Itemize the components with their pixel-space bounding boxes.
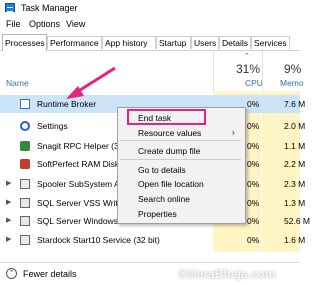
tab-startup[interactable]: Startup — [156, 36, 191, 49]
process-memory: 1.3 M — [284, 198, 306, 208]
sort-arrow-icon: ⌃ — [244, 53, 250, 60]
menu-divider — [120, 140, 241, 141]
window-title: Task Manager — [21, 3, 78, 13]
menu-divider — [120, 159, 241, 160]
tab-app-history[interactable]: App history — [102, 36, 156, 49]
process-name: Settings — [37, 121, 68, 131]
column-memory[interactable]: 9% Memo — [262, 51, 304, 91]
process-memory: 1.6 M — [284, 235, 306, 245]
service-icon — [20, 198, 30, 208]
process-window-icon — [20, 99, 30, 109]
tab-strip: Processes Performance App history Startu… — [0, 34, 300, 51]
tab-details[interactable]: Details — [219, 36, 251, 49]
process-name: Spooler SubSystem A — [37, 179, 120, 189]
snagit-icon — [20, 141, 30, 151]
process-cpu: 0% — [247, 216, 260, 226]
tab-performance[interactable]: Performance — [47, 36, 102, 49]
memory-label: Memo — [280, 78, 304, 88]
menu-open-file-location[interactable]: Open file location — [138, 179, 204, 189]
process-memory: 2.3 M — [284, 179, 306, 189]
end-task-highlight — [127, 109, 206, 125]
process-memory: 7.6 M — [284, 99, 306, 109]
process-name: Runtime Broker — [37, 99, 97, 109]
cpu-total: 31% — [236, 62, 261, 76]
expand-chevron-icon[interactable]: ▶ — [6, 179, 11, 187]
submenu-arrow-icon: › — [232, 128, 235, 137]
process-cpu: 0% — [247, 141, 260, 151]
column-cpu[interactable]: ⌃ 31% CPU — [213, 51, 263, 91]
menu-bar: File Options View — [0, 17, 300, 32]
process-name: SQL Server VSS Write — [37, 198, 123, 208]
process-memory: 1.1 M — [284, 141, 306, 151]
expand-chevron-icon[interactable]: ▶ — [6, 198, 11, 206]
service-icon — [20, 216, 30, 226]
expand-chevron-icon[interactable]: ▶ — [6, 235, 11, 243]
tab-users[interactable]: Users — [191, 36, 219, 49]
menu-go-to-details[interactable]: Go to details — [138, 165, 186, 175]
chevron-up-icon[interactable]: ⌃ — [6, 268, 17, 279]
tab-services[interactable]: Services — [251, 36, 290, 49]
process-memory: 2.0 M — [284, 121, 306, 131]
printer-icon — [20, 179, 30, 189]
process-cpu: 0% — [247, 179, 260, 189]
process-cpu: 0% — [247, 159, 260, 169]
column-name[interactable]: Name — [6, 78, 29, 88]
menu-properties[interactable]: Properties — [138, 209, 177, 219]
menu-create-dump-file[interactable]: Create dump file — [138, 146, 200, 156]
memory-total: 9% — [284, 62, 302, 76]
title-bar: Task Manager — [0, 0, 300, 16]
fewer-details-link[interactable]: Fewer details — [23, 269, 77, 279]
menu-options[interactable]: Options — [29, 19, 60, 29]
menu-file[interactable]: File — [6, 19, 21, 29]
column-header: Name ⌃ 31% CPU 9% Memo — [0, 51, 304, 91]
process-cpu: 0% — [247, 121, 260, 131]
tab-processes[interactable]: Processes — [2, 34, 47, 51]
process-memory: 2.2 M — [284, 159, 306, 169]
process-name: Stardock Start10 Service (32 bit) — [37, 235, 160, 245]
process-row[interactable]: ▶ Stardock Start10 Service (32 bit) 0% 1… — [0, 231, 305, 249]
process-memory: 52.6 M — [284, 216, 310, 226]
ram-disk-icon — [20, 159, 30, 169]
expand-chevron-icon[interactable]: ▶ — [6, 216, 11, 224]
process-cpu: 0% — [247, 235, 260, 245]
process-name: SoftPerfect RAM Disk — [37, 159, 120, 169]
process-name: Snagit RPC Helper (3 — [37, 141, 119, 151]
cpu-label: CPU — [245, 78, 263, 88]
watermark: ©MeraBheja.com — [178, 267, 276, 281]
menu-resource-values[interactable]: Resource values — [138, 128, 201, 138]
process-cpu: 0% — [247, 99, 260, 109]
service-icon — [20, 235, 30, 245]
gear-icon — [20, 121, 30, 131]
menu-search-online[interactable]: Search online — [138, 194, 190, 204]
menu-view[interactable]: View — [66, 19, 85, 29]
task-manager-icon — [5, 3, 15, 12]
process-cpu: 0% — [247, 198, 260, 208]
